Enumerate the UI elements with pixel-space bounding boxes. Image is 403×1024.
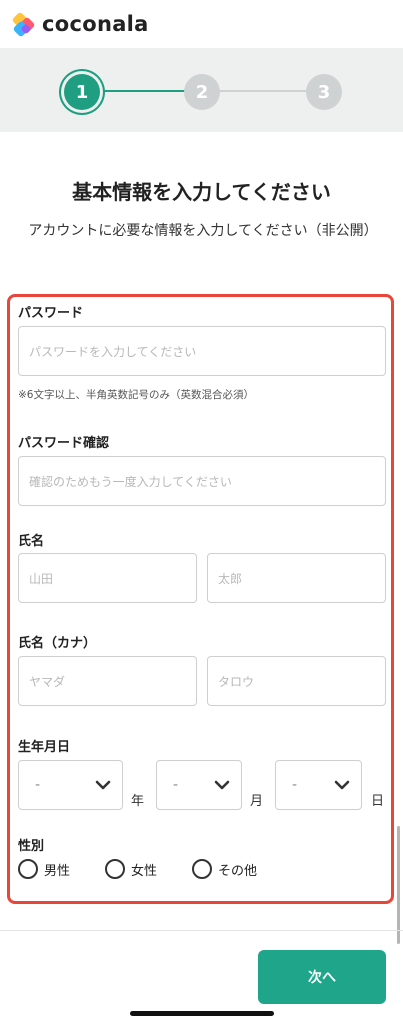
gender-option-other[interactable]: その他 xyxy=(192,859,257,879)
name-label: 氏名 xyxy=(18,534,45,549)
step-3: 3 xyxy=(306,74,342,110)
birth-day-select[interactable]: - xyxy=(275,760,362,810)
last-name-kana-placeholder: ヤマダ xyxy=(29,674,66,689)
chevron-down-icon xyxy=(95,780,111,790)
page-title: 基本情報を入力してください xyxy=(72,180,331,204)
progress-stepper: 1 2 3 xyxy=(0,48,403,132)
password-confirm-input[interactable]: 確認のためもう一度入力してください xyxy=(18,456,386,506)
password-confirm-label: パスワード確認 xyxy=(18,436,110,451)
gender-option-label: 男性 xyxy=(44,863,71,879)
password-input[interactable]: パスワードを入力してください xyxy=(18,326,386,376)
birth-month-unit: 月 xyxy=(250,794,264,809)
last-name-placeholder: 山田 xyxy=(29,571,54,586)
password-hint: ※6文字以上、半角英数記号のみ（英数混合必須） xyxy=(18,389,254,401)
home-indicator xyxy=(130,1011,274,1016)
logo-text: coconala xyxy=(42,12,149,36)
first-name-placeholder: 太郎 xyxy=(218,571,243,586)
first-name-input[interactable]: 太郎 xyxy=(207,553,386,603)
birth-year-select[interactable]: - xyxy=(18,760,123,810)
footer-divider xyxy=(0,930,403,931)
last-name-kana-input[interactable]: ヤマダ xyxy=(18,656,197,706)
gender-option-female[interactable]: 女性 xyxy=(105,859,157,879)
next-button[interactable]: 次へ xyxy=(258,950,386,1004)
birthdate-label: 生年月日 xyxy=(18,740,71,755)
birth-day-unit: 日 xyxy=(371,794,385,809)
gender-option-male[interactable]: 男性 xyxy=(18,859,70,879)
birth-year-unit: 年 xyxy=(131,794,145,809)
gender-label: 性別 xyxy=(18,839,45,854)
first-name-kana-placeholder: タロウ xyxy=(218,674,255,689)
name-kana-label: 氏名（カナ） xyxy=(18,636,97,651)
birth-month-value: - xyxy=(173,777,179,793)
step-connector-1 xyxy=(100,90,186,92)
birth-month-select[interactable]: - xyxy=(156,760,242,810)
chevron-down-icon xyxy=(214,780,230,790)
last-name-input[interactable]: 山田 xyxy=(18,553,197,603)
step-connector-2 xyxy=(218,90,308,92)
password-placeholder: パスワードを入力してください xyxy=(29,344,197,359)
birth-year-value: - xyxy=(35,777,41,793)
radio-circle-icon xyxy=(18,859,38,879)
coconala-logo-icon xyxy=(11,11,36,38)
password-label: パスワード xyxy=(18,306,84,321)
password-confirm-placeholder: 確認のためもう一度入力してください xyxy=(29,474,232,489)
gender-option-label: その他 xyxy=(218,863,258,879)
gender-option-label: 女性 xyxy=(131,863,158,879)
step-1: 1 xyxy=(64,74,100,110)
birth-day-value: - xyxy=(292,777,298,793)
radio-circle-icon xyxy=(105,859,125,879)
app-header: coconala xyxy=(0,0,403,48)
chevron-down-icon xyxy=(334,780,350,790)
scrollbar-thumb[interactable] xyxy=(397,826,400,944)
step-2: 2 xyxy=(184,74,220,110)
radio-circle-icon xyxy=(192,859,212,879)
page-subtitle: アカウントに必要な情報を入力してください（非公開） xyxy=(28,223,378,239)
first-name-kana-input[interactable]: タロウ xyxy=(207,656,386,706)
